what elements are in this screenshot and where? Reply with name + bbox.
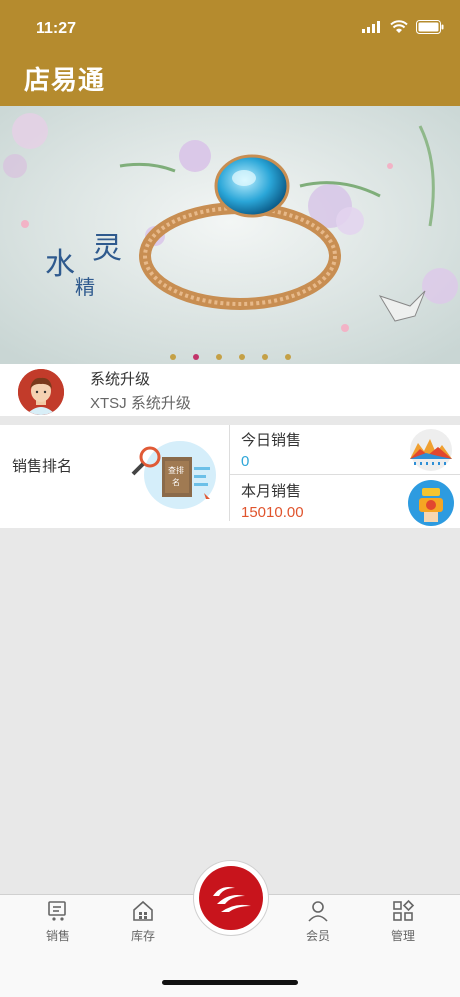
svg-text:名: 名 [172,477,180,487]
inventory-icon [133,900,153,921]
month-sales-icon [408,480,454,526]
status-time: 11:27 [36,20,77,37]
battery-icon [416,20,444,34]
tab-member[interactable]: 会员 [288,899,348,944]
avatar [18,369,64,415]
banner-dot[interactable] [238,354,245,360]
tab-inventory-label: 库存 [130,929,155,943]
banner-dot[interactable] [169,354,176,360]
svg-text:灵: 灵 [92,231,122,266]
tab-manage[interactable]: 管理 [373,899,433,944]
brand-logo-icon [199,866,263,930]
banner-dot[interactable] [215,354,222,360]
banner-pagination [0,350,460,364]
svg-text:排: 排 [176,465,184,475]
sales-panel: 销售排名 查 排 名 今日销售 0 本月销售 15010.00 [0,425,460,528]
status-icons [362,20,444,34]
today-sales-label: 今日销售 [241,432,302,449]
member-icon [308,901,328,922]
center-home-button[interactable] [193,860,269,936]
tab-member-label: 会员 [305,929,330,943]
month-sales-label: 本月销售 [241,483,302,500]
tab-manage-label: 管理 [390,929,415,943]
notice-subtitle: XTSJ 系统升级 [90,395,191,412]
notice-title: 系统升级 [90,371,151,388]
sales-rank-illustration: 查 排 名 [131,441,216,509]
svg-text:查: 查 [168,465,176,475]
banner-dot[interactable] [261,354,268,360]
tab-inventory[interactable]: 库存 [113,899,173,944]
sales-rank-card[interactable]: 销售排名 查 排 名 [0,425,229,521]
home-indicator [162,980,298,985]
signal-icon [362,21,380,33]
sales-icon [48,901,66,921]
svg-text:精: 精 [75,275,95,299]
month-sales-value: 15010.00 [241,504,304,521]
banner-image: 水 精 灵 [0,106,460,364]
today-sales-value: 0 [241,453,250,470]
banner-dot-active[interactable] [192,354,199,360]
tab-sales-label: 销售 [45,929,70,943]
banner-dot[interactable] [284,354,291,360]
tab-sales[interactable]: 销售 [28,899,88,944]
today-sales-chart-icon [410,429,452,471]
app-header: 11:27 店易通 [0,0,460,106]
promo-banner[interactable]: 水 精 灵 [0,106,460,364]
wifi-icon [390,20,408,33]
svg-text:水: 水 [45,247,75,282]
app-title: 店易通 [24,65,106,95]
manage-icon [393,899,415,921]
notice-row[interactable]: 系统升级 XTSJ 系统升级 [0,364,460,416]
sales-rank-label: 销售排名 [12,458,73,475]
